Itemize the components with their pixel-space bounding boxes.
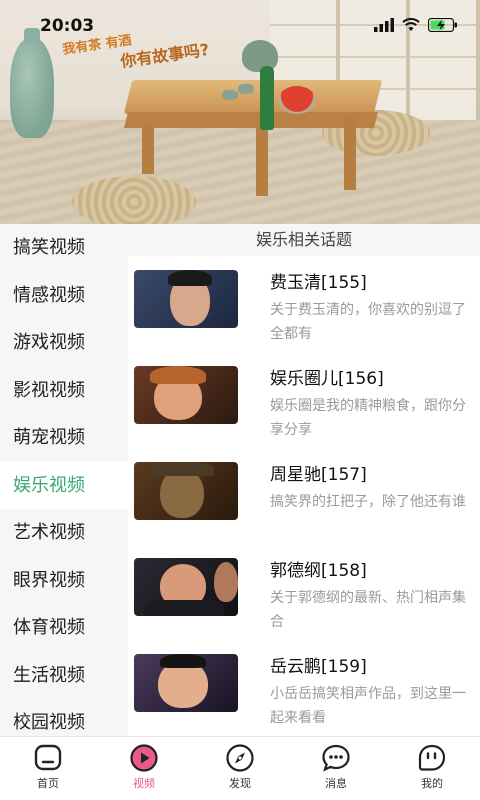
hair-shape — [160, 654, 206, 668]
battery-charging-icon — [428, 18, 457, 32]
tab-label: 视频 — [133, 777, 155, 790]
wifi-icon — [402, 18, 420, 31]
hair-shape — [150, 366, 206, 384]
fruit-bowl — [278, 86, 316, 114]
beer-bottle — [260, 66, 274, 130]
home-icon — [34, 744, 62, 771]
topic-item[interactable]: 周星驰[157] 搞笑界的扛把子，除了他还有谁 — [128, 448, 480, 544]
topic-title: 娱乐圈儿[156] — [270, 369, 384, 389]
topic-description: 关于郭德纲的最新、热门相声集合 — [270, 590, 466, 630]
sidebar-item-campus[interactable]: 校园视频 — [0, 699, 128, 736]
round-cushion — [72, 176, 196, 224]
topic-title: 岳云鹏[159] — [270, 657, 367, 677]
tab-discover[interactable]: 发现 — [192, 737, 288, 800]
status-bar: 20:03 — [0, 0, 480, 50]
sidebar-item-art[interactable]: 艺术视频 — [0, 509, 128, 557]
topic-thumbnail — [134, 366, 238, 424]
topic-title: 郭德纲[158] — [270, 561, 367, 581]
hat-shape — [152, 462, 214, 476]
topic-title: 费玉清[155] — [270, 273, 367, 293]
category-sidebar: 搞笑视频 情感视频 游戏视频 影视视频 萌宠视频 娱乐视频 艺术视频 眼界视频 … — [0, 224, 128, 736]
topic-item[interactable]: 郭德纲[158] 关于郭德纲的最新、热门相声集合 — [128, 544, 480, 640]
sidebar-item-entertainment[interactable]: 娱乐视频 — [0, 461, 128, 509]
topic-item[interactable]: 岳云鹏[159] 小岳岳搞笑相声作品，到这里一起来看看 — [128, 640, 480, 736]
topic-item[interactable]: 娱乐圈儿[156] 娱乐圈是我的精神粮食，跟你分享分享 — [128, 352, 480, 448]
tab-label: 首页 — [37, 777, 59, 790]
topic-description: 关于费玉清的，你喜欢的别逗了全都有 — [270, 302, 466, 342]
sidebar-item-horizon[interactable]: 眼界视频 — [0, 557, 128, 605]
topic-title: 周星驰[157] — [270, 465, 367, 485]
play-icon — [130, 744, 158, 772]
hair-shape — [168, 270, 212, 286]
sidebar-item-life[interactable]: 生活视频 — [0, 652, 128, 700]
table-leg — [142, 126, 154, 174]
tab-label: 我的 — [421, 777, 443, 790]
celadon-vase — [10, 28, 54, 138]
topic-item[interactable]: 费玉清[155] 关于费玉清的，你喜欢的别逗了全都有 — [128, 256, 480, 352]
tea-cup — [238, 84, 254, 94]
sidebar-item-film[interactable]: 影视视频 — [0, 367, 128, 415]
topic-thumbnail — [134, 462, 238, 520]
topic-description: 娱乐圈是我的精神粮食，跟你分享分享 — [270, 398, 466, 438]
table-leg — [256, 126, 268, 196]
tab-home[interactable]: 首页 — [0, 737, 96, 800]
topic-thumbnail — [134, 270, 238, 328]
compass-icon — [226, 744, 254, 772]
tab-label: 发现 — [229, 777, 251, 790]
section-title: 娱乐相关话题 — [128, 224, 480, 256]
cellular-signal-icon — [374, 18, 394, 32]
face-shape — [214, 562, 238, 602]
sidebar-item-game[interactable]: 游戏视频 — [0, 319, 128, 367]
tea-table-edge — [124, 112, 378, 128]
profile-icon — [418, 744, 446, 771]
tab-label: 消息 — [325, 777, 347, 790]
topic-thumbnail — [134, 558, 238, 616]
topic-description: 小岳岳搞笑相声作品，到这里一起来看看 — [270, 686, 466, 726]
topic-content: 娱乐相关话题 费玉清[155] 关于费玉清的，你喜欢的别逗了全都有 娱乐圈儿[1… — [128, 224, 480, 736]
sidebar-item-sports[interactable]: 体育视频 — [0, 604, 128, 652]
sidebar-item-pets[interactable]: 萌宠视频 — [0, 414, 128, 462]
body-shape — [144, 600, 224, 616]
sidebar-item-emotion[interactable]: 情感视频 — [0, 272, 128, 320]
tab-messages[interactable]: 消息 — [288, 737, 384, 800]
tab-video[interactable]: 视频 — [96, 737, 192, 800]
status-time: 20:03 — [40, 16, 95, 36]
topic-thumbnail — [134, 654, 238, 712]
status-icons — [374, 18, 458, 32]
bottom-tab-bar: 首页 视频 发现 消息 我的 — [0, 736, 480, 800]
tea-cup — [222, 90, 238, 100]
table-leg — [344, 118, 356, 190]
sidebar-item-funny[interactable]: 搞笑视频 — [0, 224, 128, 272]
tab-profile[interactable]: 我的 — [384, 737, 480, 800]
topic-description: 搞笑界的扛把子，除了他还有谁 — [270, 494, 466, 510]
chat-icon — [322, 744, 350, 772]
